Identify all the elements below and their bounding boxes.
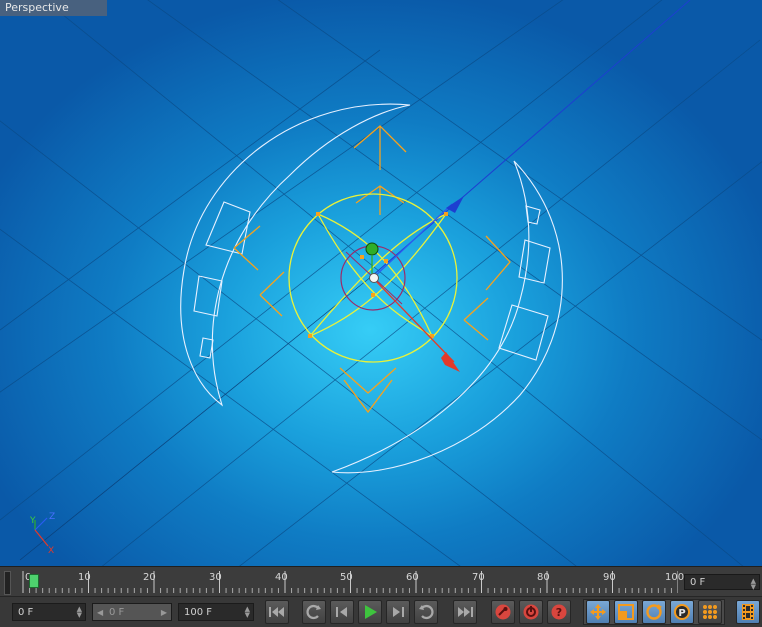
viewport-scene: Y Z X: [0, 0, 762, 566]
rotate-key-button[interactable]: [642, 600, 666, 624]
tick-label: 70: [472, 572, 485, 583]
svg-text:?: ?: [556, 606, 562, 619]
y-axis-handle[interactable]: [365, 242, 379, 256]
prev-key-button[interactable]: [302, 600, 326, 624]
tick-label: 40: [275, 572, 288, 583]
timeline-playhead[interactable]: [29, 574, 39, 588]
goto-end-button[interactable]: [453, 600, 477, 624]
animation-controls: 0 F ▲ ▼ ◀ 0 F ▶ 100 F ▲ ▼ ? P: [0, 596, 762, 627]
move-key-button[interactable]: [586, 600, 610, 624]
left-crescent-wireframe: [180, 103, 411, 407]
spinner-arrows-icon[interactable]: ▲ ▼: [751, 578, 756, 591]
tick-label: 30: [209, 572, 222, 583]
pla-key-button[interactable]: [698, 600, 722, 624]
tick-label: 60: [406, 572, 419, 583]
end-frame-field[interactable]: 100 F ▲ ▼: [178, 603, 254, 621]
current-frame-value: 0 F: [690, 577, 706, 588]
goto-start-icon: [269, 607, 284, 617]
range-right-arrow-icon[interactable]: ▶: [161, 604, 167, 622]
tick-label: 50: [340, 572, 353, 583]
goto-start-button[interactable]: [265, 600, 289, 624]
timeline-window-button[interactable]: [736, 600, 760, 624]
object-center-pivot[interactable]: [369, 273, 379, 283]
tick-label: 100: [665, 572, 685, 583]
tick-label: 10: [78, 572, 91, 583]
x-axis-arrowhead[interactable]: [441, 352, 460, 372]
next-frame-button[interactable]: [386, 600, 410, 624]
autokey-button[interactable]: [519, 600, 543, 624]
axis-label-y: Y: [29, 516, 36, 526]
record-button[interactable]: [491, 600, 515, 624]
autokey-icon: [523, 604, 539, 620]
move-arrows-icon: [590, 604, 606, 620]
record-key-icon: [495, 604, 511, 620]
keyframe-selection-button[interactable]: ?: [547, 600, 571, 624]
goto-end-icon: [458, 607, 473, 617]
film-strip-icon: [742, 604, 754, 620]
viewport-title[interactable]: Perspective: [0, 0, 107, 16]
next-frame-icon: [393, 607, 404, 617]
spinner-arrows-icon[interactable]: ▲ ▼: [77, 606, 82, 619]
range-start-value: 0 F: [109, 607, 125, 618]
play-button[interactable]: [358, 600, 382, 624]
range-left-arrow-icon[interactable]: ◀: [97, 604, 103, 622]
z-axis-arrowhead[interactable]: [446, 196, 464, 213]
start-frame-field[interactable]: 0 F ▲ ▼: [12, 603, 86, 621]
frame-range-slider[interactable]: ◀ 0 F ▶: [92, 603, 172, 621]
frame-ruler[interactable]: 0 10 20 30 40 50 60 70 80 90 100: [15, 569, 684, 595]
next-key-button[interactable]: [414, 600, 438, 624]
end-frame-value: 100 F: [184, 607, 213, 618]
perspective-grid: [0, 0, 762, 566]
grid-axis-line: [19, 275, 373, 561]
next-key-icon: [419, 604, 434, 620]
prev-key-icon: [306, 604, 321, 620]
x-axis-handle[interactable]: [372, 277, 455, 363]
tick-label: 20: [143, 572, 156, 583]
spinner-arrows-icon[interactable]: ▲ ▼: [245, 606, 250, 619]
z-axis-handle[interactable]: [372, 203, 453, 279]
question-icon: ?: [551, 604, 567, 620]
prev-frame-button[interactable]: [330, 600, 354, 624]
rotate-icon: [646, 604, 662, 620]
axis-label-x: X: [48, 546, 54, 556]
param-p-icon: P: [674, 604, 690, 620]
start-frame-value: 0 F: [18, 607, 34, 618]
scale-key-button[interactable]: [614, 600, 638, 624]
current-frame-field[interactable]: 0 F ▲ ▼: [684, 574, 760, 591]
world-axis-indicator: [34, 517, 49, 547]
timeline-ruler[interactable]: 0 10 20 30 40 50 60 70 80 90 100: [0, 566, 762, 597]
play-icon: [365, 605, 377, 619]
perspective-viewport[interactable]: Y Z X Perspective: [0, 0, 762, 566]
timeline-drag-handle[interactable]: [4, 571, 11, 595]
scale-icon: [618, 604, 634, 620]
param-key-button[interactable]: P: [670, 600, 694, 624]
axis-label-z: Z: [49, 512, 55, 522]
tick-label: 80: [537, 572, 550, 583]
pla-dots-icon: [703, 605, 717, 619]
tick-label: 90: [603, 572, 616, 583]
prev-frame-icon: [336, 607, 347, 617]
svg-text:P: P: [678, 608, 685, 619]
